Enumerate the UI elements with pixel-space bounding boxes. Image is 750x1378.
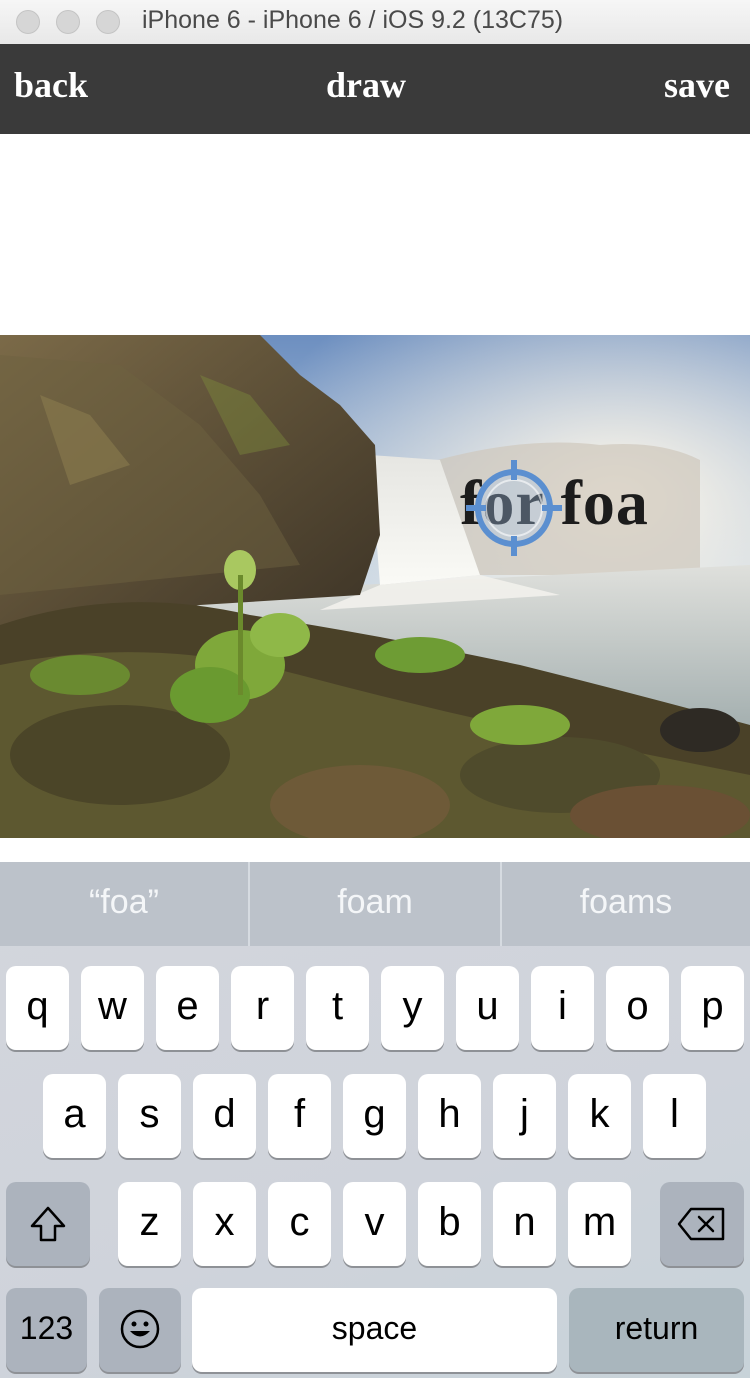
- key-n[interactable]: n: [493, 1182, 556, 1266]
- page-title: draw: [326, 65, 406, 105]
- key-t[interactable]: t: [306, 966, 369, 1050]
- emoji-icon: [120, 1309, 160, 1349]
- key-e[interactable]: e: [156, 966, 219, 1050]
- key-b[interactable]: b: [418, 1182, 481, 1266]
- window-zoom-button[interactable]: [96, 10, 120, 34]
- shift-icon: [30, 1206, 66, 1242]
- window-minimize-button[interactable]: [56, 10, 80, 34]
- key-x[interactable]: x: [193, 1182, 256, 1266]
- key-m[interactable]: m: [568, 1182, 631, 1266]
- save-button[interactable]: save: [664, 64, 730, 106]
- key-h[interactable]: h: [418, 1074, 481, 1158]
- simulator-title: iPhone 6 - iPhone 6 / iOS 9.2 (13C75): [142, 6, 564, 34]
- keyboard: “foa” foam foams q w e r t y u i o p a s…: [0, 862, 750, 1378]
- return-key[interactable]: return: [569, 1288, 744, 1372]
- key-w[interactable]: w: [81, 966, 144, 1050]
- simulator-title-bar: iPhone 6 - iPhone 6 / iOS 9.2 (13C75): [0, 0, 750, 45]
- key-l[interactable]: l: [643, 1074, 706, 1158]
- key-k[interactable]: k: [568, 1074, 631, 1158]
- key-s[interactable]: s: [118, 1074, 181, 1158]
- window-close-button[interactable]: [16, 10, 40, 34]
- emoji-key[interactable]: [99, 1288, 181, 1372]
- navigation-bar: back draw save: [0, 44, 750, 134]
- key-y[interactable]: y: [381, 966, 444, 1050]
- key-f[interactable]: f: [268, 1074, 331, 1158]
- key-i[interactable]: i: [531, 966, 594, 1050]
- key-d[interactable]: d: [193, 1074, 256, 1158]
- space-key[interactable]: space: [192, 1288, 557, 1372]
- suggestion-item[interactable]: foams: [502, 862, 750, 946]
- key-o[interactable]: o: [606, 966, 669, 1050]
- suggestion-item[interactable]: foam: [250, 862, 500, 946]
- crosshair-icon[interactable]: [466, 460, 562, 556]
- key-a[interactable]: a: [43, 1074, 106, 1158]
- suggestion-bar: “foa” foam foams: [0, 862, 750, 946]
- key-r[interactable]: r: [231, 966, 294, 1050]
- shift-key[interactable]: [6, 1182, 90, 1266]
- key-v[interactable]: v: [343, 1182, 406, 1266]
- back-button[interactable]: back: [14, 64, 88, 106]
- key-c[interactable]: c: [268, 1182, 331, 1266]
- key-p[interactable]: p: [681, 966, 744, 1050]
- suggestion-item[interactable]: “foa”: [0, 862, 248, 946]
- key-z[interactable]: z: [118, 1182, 181, 1266]
- delete-key[interactable]: [660, 1182, 744, 1266]
- waterfall-landscape-photo[interactable]: [0, 335, 750, 838]
- numbers-key[interactable]: 123: [6, 1288, 87, 1372]
- key-u[interactable]: u: [456, 966, 519, 1050]
- key-q[interactable]: q: [6, 966, 69, 1050]
- delete-icon: [677, 1207, 725, 1241]
- key-j[interactable]: j: [493, 1074, 556, 1158]
- key-g[interactable]: g: [343, 1074, 406, 1158]
